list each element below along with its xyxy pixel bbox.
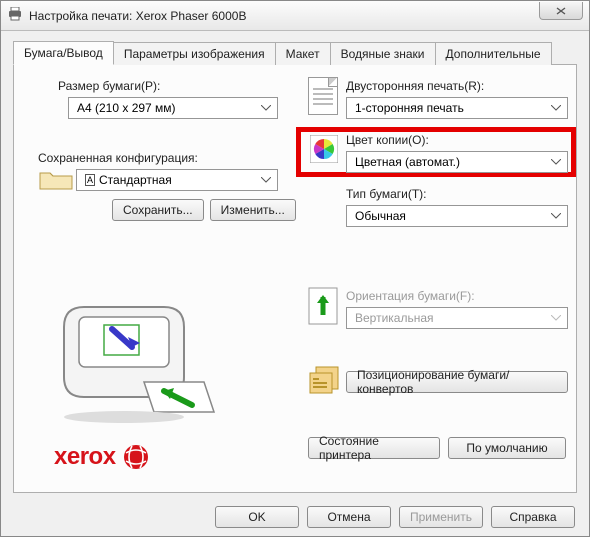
copy-color-value: Цветная (автомат.) — [355, 155, 460, 169]
paper-size-value: A4 (210 x 297 мм) — [77, 101, 176, 115]
save-button[interactable]: Сохранить... — [112, 199, 204, 221]
print-settings-window: Настройка печати: Xerox Phaser 6000B Бум… — [0, 0, 590, 537]
tab-panel: Размер бумаги(P): A4 (210 x 297 мм) Сохр… — [13, 65, 577, 493]
chevron-down-icon — [259, 173, 273, 187]
printer-illustration — [44, 277, 224, 430]
tab-image-params[interactable]: Параметры изображения — [113, 42, 276, 65]
chevron-down-icon — [549, 155, 563, 169]
defaults-button[interactable]: По умолчанию — [448, 437, 566, 459]
dialog-buttons: OK Отмена Применить Справка — [1, 506, 589, 528]
xerox-logo: xerox — [54, 443, 150, 471]
titlebar: Настройка печати: Xerox Phaser 6000B — [1, 1, 589, 31]
saved-config-label: Сохраненная конфигурация: — [38, 151, 198, 165]
tab-watermarks[interactable]: Водяные знаки — [330, 42, 436, 65]
orientation-icon — [308, 287, 338, 328]
paper-type-value: Обычная — [355, 209, 406, 223]
help-button[interactable]: Справка — [491, 506, 575, 528]
saved-config-combo[interactable]: A Стандартная — [76, 169, 278, 191]
chevron-down-icon — [549, 101, 563, 115]
chevron-down-icon — [259, 101, 273, 115]
tabstrip: Бумага/Вывод Параметры изображения Макет… — [13, 41, 577, 65]
folder-icon — [38, 167, 74, 194]
paper-size-label: Размер бумаги(P): — [58, 79, 160, 93]
positioning-button[interactable]: Позиционирование бумаги/конвертов — [346, 371, 568, 393]
chevron-down-icon — [549, 209, 563, 223]
letter-a-icon: A — [85, 174, 95, 186]
ok-button[interactable]: OK — [215, 506, 299, 528]
orientation-combo: Вертикальная — [346, 307, 568, 329]
orientation-label: Ориентация бумаги(F): — [346, 289, 475, 303]
saved-config-value: Стандартная — [99, 173, 172, 187]
paper-type-combo[interactable]: Обычная — [346, 205, 568, 227]
xerox-sphere-icon — [122, 443, 150, 471]
duplex-label: Двусторонняя печать(R): — [346, 79, 484, 93]
duplex-combo[interactable]: 1-сторонняя печать — [346, 97, 568, 119]
paper-size-combo[interactable]: A4 (210 x 297 мм) — [68, 97, 278, 119]
chevron-down-icon — [549, 311, 563, 325]
copy-color-label: Цвет копии(O): — [346, 133, 429, 147]
cancel-button[interactable]: Отмена — [307, 506, 391, 528]
brand-text: xerox — [54, 443, 116, 471]
orientation-value: Вертикальная — [355, 311, 434, 325]
tab-additional[interactable]: Дополнительные — [435, 42, 552, 65]
close-icon — [556, 7, 566, 15]
edit-button[interactable]: Изменить... — [210, 199, 296, 221]
close-button[interactable] — [539, 2, 583, 20]
color-wheel-icon — [310, 135, 338, 166]
printer-icon — [7, 7, 23, 24]
copy-color-combo[interactable]: Цветная (автомат.) — [346, 151, 568, 173]
double-page-icon — [308, 365, 342, 398]
tab-paper-output[interactable]: Бумага/Вывод — [13, 41, 114, 65]
content-area: Бумага/Вывод Параметры изображения Макет… — [1, 31, 589, 536]
window-title: Настройка печати: Xerox Phaser 6000B — [29, 9, 246, 23]
duplex-value: 1-сторонняя печать — [355, 101, 464, 115]
printer-status-button[interactable]: Состояние принтера — [308, 437, 440, 459]
page-icon — [308, 77, 338, 115]
apply-button[interactable]: Применить — [399, 506, 483, 528]
paper-type-label: Тип бумаги(T): — [346, 187, 426, 201]
tab-layout[interactable]: Макет — [275, 42, 331, 65]
